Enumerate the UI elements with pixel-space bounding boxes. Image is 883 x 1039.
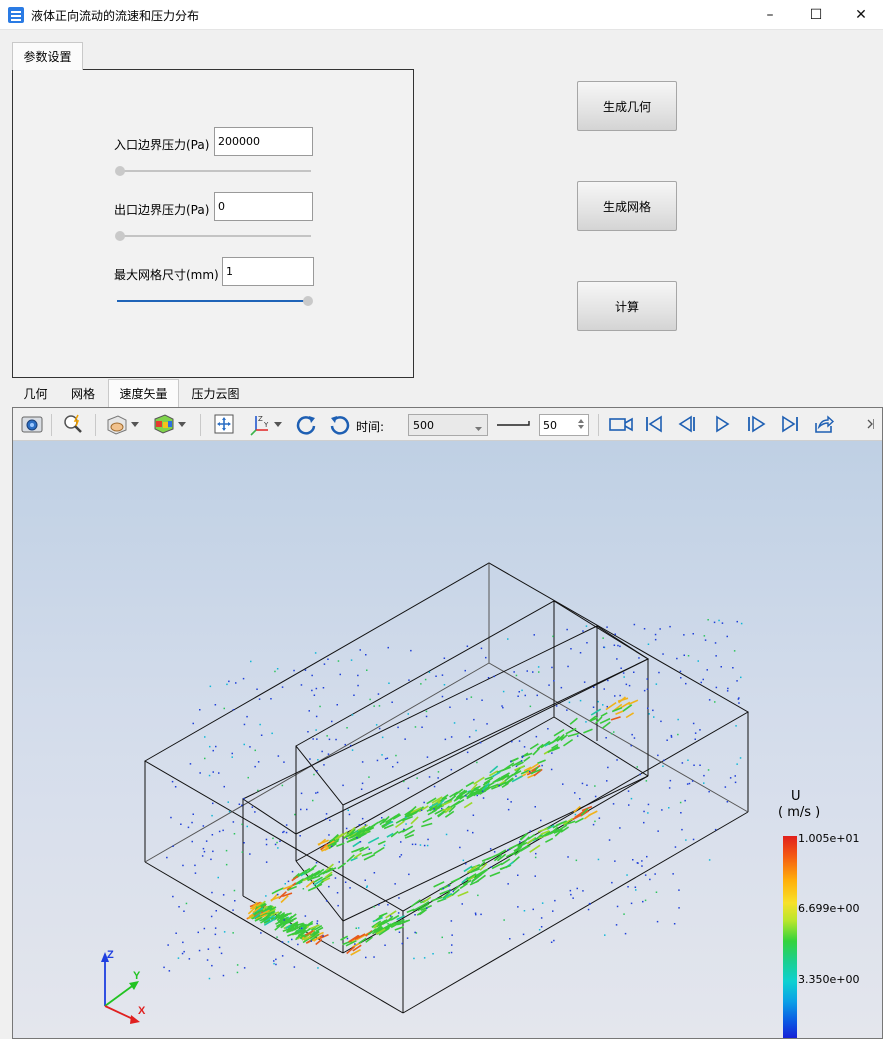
inlet-pressure-slider[interactable] [117, 170, 311, 172]
video-record-icon[interactable] [608, 412, 634, 436]
x-axis-label: X [138, 1005, 146, 1017]
chevron-down-icon [475, 421, 482, 434]
rotate-ccw-icon[interactable] [328, 412, 352, 436]
step-spinbox-value: 50 [543, 419, 557, 432]
toolbar-overflow-icon[interactable] [866, 412, 876, 436]
tab-parameter-settings[interactable]: 参数设置 [12, 42, 83, 70]
step-spinbox[interactable]: 50 [539, 414, 589, 436]
tab-geometry[interactable]: 几何 [12, 379, 59, 407]
close-button[interactable]: ✕ [838, 0, 883, 30]
color-map-dropdown-icon[interactable] [176, 412, 188, 436]
3d-viewer: ZY 时间: 500 50 Z Y X U (m/s) 1.005e+01 … [12, 407, 883, 1039]
tab-mesh[interactable]: 网格 [59, 379, 107, 407]
outer-box-wireframe [144, 562, 750, 1014]
rotate-cw-icon[interactable] [294, 412, 318, 436]
tab-pressure-contour[interactable]: 压力云图 [180, 379, 251, 407]
svg-text:Y: Y [263, 421, 269, 429]
legend-title-u: U [791, 789, 801, 804]
time-select-value: 500 [413, 419, 434, 432]
outlet-pressure-slider[interactable] [117, 235, 311, 237]
window-title: 液体正向流动的流速和压力分布 [31, 9, 200, 23]
axis-triad: Z Y X [101, 949, 146, 1024]
display-style-icon[interactable] [105, 412, 129, 436]
max-mesh-size-slider[interactable] [117, 300, 311, 302]
color-map-icon[interactable] [152, 412, 176, 436]
display-style-dropdown-icon[interactable] [129, 412, 141, 436]
legend-low-value: 3.350e+00 [798, 973, 860, 986]
maximize-button[interactable]: ☐ [793, 0, 839, 30]
tab-velocity-vector[interactable]: 速度矢量 [108, 379, 179, 407]
first-frame-icon[interactable] [642, 412, 666, 436]
color-scale-bar [783, 836, 797, 1038]
outlet-pressure-label: 出口边界压力(Pa) [114, 203, 210, 217]
time-select[interactable]: 500 [408, 414, 488, 436]
generate-mesh-button[interactable]: 生成网格 [577, 181, 677, 231]
last-frame-icon[interactable] [778, 412, 802, 436]
title-bar: 液体正向流动的流速和压力分布 – ☐ ✕ [0, 0, 883, 30]
fit-view-icon[interactable] [212, 412, 236, 436]
legend-max-value: 1.005e+01 [798, 832, 860, 845]
max-mesh-size-slider-handle[interactable] [303, 296, 313, 306]
camera-icon[interactable] [20, 412, 44, 436]
legend-mid-value: 6.699e+00 [798, 902, 860, 915]
outlet-pressure-input[interactable]: 0 [214, 192, 313, 221]
inner-blocks-wireframe [241, 600, 650, 954]
step-slider-icon[interactable] [496, 417, 534, 436]
legend-title-unit: ( m/s ) [778, 805, 821, 820]
generate-geometry-button[interactable]: 生成几何 [577, 81, 677, 131]
outlet-pressure-slider-handle[interactable] [115, 231, 125, 241]
zoom-fit-icon[interactable] [61, 412, 85, 436]
flow-particles [163, 619, 743, 980]
y-axis-label: Y [133, 970, 141, 982]
render-scene[interactable]: Z Y X U ( m/s ) 1.005e+01 6.699e+00 3.35… [13, 441, 882, 1038]
max-mesh-size-label: 最大网格尺寸(mm) [114, 268, 219, 282]
minimize-button[interactable]: – [747, 0, 793, 30]
time-label: 时间: [356, 420, 385, 434]
inlet-pressure-input[interactable]: 200000 [214, 127, 313, 156]
z-axis-label: Z [107, 949, 114, 961]
max-mesh-size-input[interactable]: 1 [222, 257, 314, 286]
inlet-pressure-label: 入口边界压力(Pa) [114, 138, 210, 152]
svg-text:Z: Z [258, 415, 263, 423]
play-icon[interactable] [710, 412, 734, 436]
axes-orientation-icon[interactable]: ZY [248, 412, 272, 436]
previous-frame-icon[interactable] [676, 412, 700, 436]
viewer-toolbar: ZY 时间: 500 50 [13, 408, 882, 441]
compute-button[interactable]: 计算 [577, 281, 677, 331]
parameter-panel: 入口边界压力(Pa) 200000 出口边界压力(Pa) 0 最大网格尺寸(mm… [12, 69, 414, 378]
inlet-pressure-slider-handle[interactable] [115, 166, 125, 176]
next-frame-icon[interactable] [744, 412, 768, 436]
export-icon[interactable] [812, 412, 836, 436]
app-icon [8, 7, 24, 23]
spin-arrows-icon [578, 418, 584, 433]
axes-orientation-dropdown-icon[interactable] [272, 412, 284, 436]
